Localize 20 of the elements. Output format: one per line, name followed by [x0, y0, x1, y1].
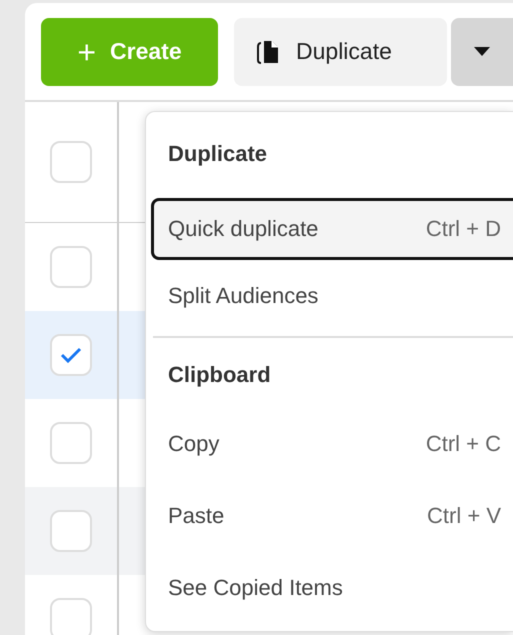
caret-icon — [474, 46, 490, 56]
shortcut-label: Ctrl + C — [426, 431, 501, 457]
menu-item[interactable]: Split Audiences — [146, 260, 513, 332]
duplicate-button[interactable]: Duplicate — [234, 18, 447, 86]
menu-item[interactable]: See Copied Items — [146, 552, 513, 624]
shortcut-label: Ctrl + V — [427, 503, 501, 529]
section-heading: Clipboard — [167, 361, 272, 389]
checkbox[interactable] — [50, 510, 92, 552]
check-icon — [60, 347, 82, 363]
checkbox[interactable] — [50, 334, 92, 376]
menu-item[interactable]: Paste Ctrl + V — [146, 480, 513, 552]
checkbox[interactable] — [50, 422, 92, 464]
checkbox[interactable] — [50, 246, 92, 288]
menu-item[interactable]: Quick duplicate Ctrl + D — [151, 198, 513, 260]
shortcut-label: Ctrl + D — [426, 216, 501, 242]
checkbox[interactable] — [50, 141, 92, 183]
dropdown-button[interactable] — [451, 18, 513, 86]
checkbox[interactable] — [50, 598, 92, 635]
section-heading: Duplicate — [167, 140, 268, 168]
menu-item[interactable]: Copy Ctrl + C — [146, 408, 513, 480]
